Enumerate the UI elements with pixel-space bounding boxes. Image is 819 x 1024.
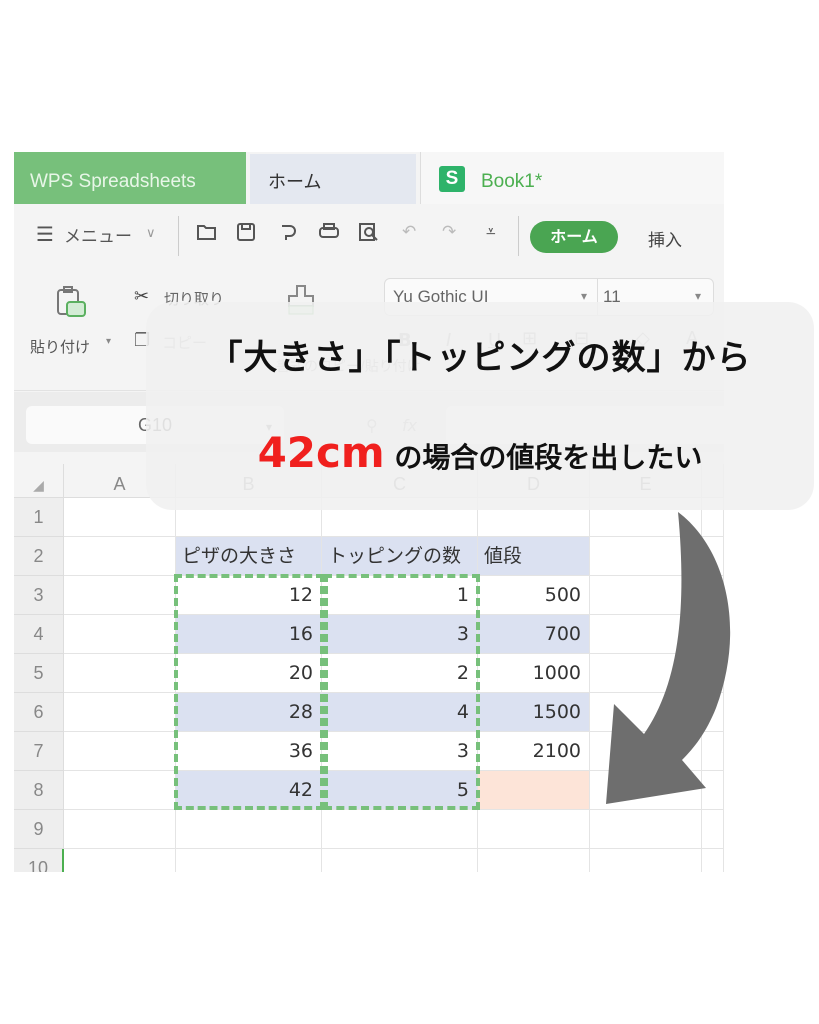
grid-cell[interactable] <box>64 771 176 810</box>
annotation-rest: の場合の値段を出したい <box>394 441 703 474</box>
print-preview-icon[interactable] <box>358 222 380 247</box>
menu-button[interactable]: メニュー <box>64 222 132 247</box>
annotation-highlight: 42cm <box>257 428 385 477</box>
grid-cell[interactable] <box>64 693 176 732</box>
undo-icon[interactable]: ↶ <box>402 222 416 242</box>
curved-arrow-icon <box>606 512 731 804</box>
grid-cell[interactable] <box>176 849 322 872</box>
row-header[interactable]: 2 <box>14 537 64 576</box>
font-size-dropdown-icon[interactable]: ▾ <box>695 289 701 303</box>
grid-cell[interactable] <box>64 849 176 872</box>
grid-cell[interactable] <box>176 810 322 849</box>
ribbon-tab-insert[interactable]: 挿入 <box>648 226 682 251</box>
paste-icon[interactable] <box>54 286 88 324</box>
row-header[interactable]: 8 <box>14 771 64 810</box>
redo-icon[interactable]: ↷ <box>442 222 456 242</box>
toolbar-divider <box>178 216 179 256</box>
font-name-dropdown-icon[interactable]: ▾ <box>581 289 587 303</box>
grid-cell[interactable] <box>590 849 702 872</box>
target-price-cell[interactable] <box>478 771 590 810</box>
paste-button[interactable]: 貼り付け <box>30 336 90 357</box>
row-header[interactable]: 4 <box>14 615 64 654</box>
cell-price[interactable]: 500 <box>478 576 590 615</box>
grid-cell[interactable] <box>64 732 176 771</box>
more-options-icon[interactable]: ⩡ <box>486 222 496 242</box>
header-cell-toppings[interactable]: トッピングの数 <box>322 537 478 576</box>
grid-cell[interactable] <box>64 576 176 615</box>
ribbon-tab-home[interactable]: ホーム <box>530 221 618 253</box>
hamburger-icon[interactable]: ☰ <box>36 222 54 246</box>
annotation-line-2: 42cm の場合の値段を出したい <box>146 428 814 477</box>
grid-cell[interactable] <box>322 810 478 849</box>
tab-home[interactable]: ホーム <box>250 154 416 204</box>
open-folder-icon[interactable] <box>196 222 218 247</box>
export-icon[interactable] <box>278 222 298 247</box>
grid-cell[interactable] <box>702 849 724 872</box>
cell-price[interactable]: 1500 <box>478 693 590 732</box>
tab-strip: WPS Spreadsheets ホーム S Book1* <box>14 152 724 204</box>
chevron-down-icon[interactable]: ∨ <box>146 226 156 241</box>
quick-toolbar: ☰ メニュー ∨ ↶ ↷ ⩡ ホーム 挿入 <box>14 204 724 270</box>
grid-cell[interactable] <box>478 810 590 849</box>
tab-book1[interactable]: S Book1* <box>420 152 724 204</box>
select-all-corner[interactable]: ◢ <box>14 464 64 498</box>
row-header[interactable]: 5 <box>14 654 64 693</box>
grid-cell[interactable] <box>64 537 176 576</box>
row-header[interactable]: 6 <box>14 693 64 732</box>
row-header[interactable]: 3 <box>14 576 64 615</box>
header-cell-size[interactable]: ピザの大きさ <box>176 537 322 576</box>
corner-triangle-icon: ◢ <box>33 477 44 493</box>
cell-price[interactable]: 2100 <box>478 732 590 771</box>
paste-dropdown-icon[interactable]: ▾ <box>106 336 111 347</box>
row-header[interactable]: 9 <box>14 810 64 849</box>
cell-price[interactable]: 700 <box>478 615 590 654</box>
grid-cell[interactable] <box>64 615 176 654</box>
tab-wps-spreadsheets[interactable]: WPS Spreadsheets <box>14 152 246 204</box>
row-header[interactable]: 10 <box>14 849 64 872</box>
grid-cell[interactable] <box>702 810 724 849</box>
selection-marquee-toppings <box>324 574 480 810</box>
cell-price[interactable]: 1000 <box>478 654 590 693</box>
print-icon[interactable] <box>318 222 340 247</box>
header-cell-price[interactable]: 値段 <box>478 537 590 576</box>
grid-cell[interactable] <box>64 810 176 849</box>
grid-cell[interactable] <box>478 849 590 872</box>
annotation-line-1: 「大きさ」「トッピングの数」から <box>208 338 752 378</box>
spreadsheet-icon: S <box>439 166 465 192</box>
grid-cell[interactable] <box>590 810 702 849</box>
grid-cell[interactable] <box>322 849 478 872</box>
selection-marquee-size <box>174 574 324 810</box>
grid-cell[interactable] <box>64 654 176 693</box>
scissors-icon[interactable]: ✂ <box>134 286 149 307</box>
toolbar-divider <box>518 216 519 256</box>
row-header[interactable]: 1 <box>14 498 64 537</box>
save-icon[interactable] <box>236 222 256 247</box>
document-title: Book1* <box>481 171 543 192</box>
row-header[interactable]: 7 <box>14 732 64 771</box>
